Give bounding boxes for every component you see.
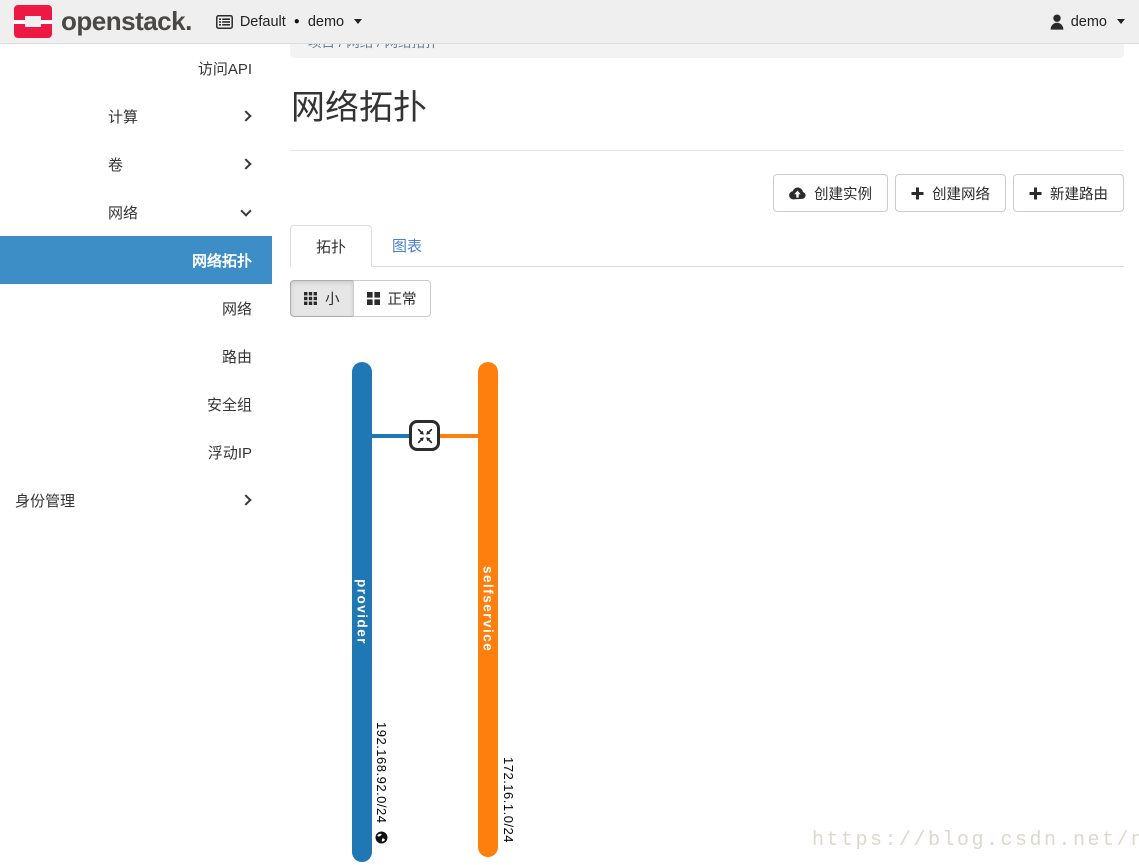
brand-wordmark: openstack.	[61, 6, 192, 37]
openstack-brand[interactable]: openstack.	[14, 5, 192, 38]
title-divider	[290, 150, 1124, 151]
view-tabs: 拓扑 图表	[290, 225, 1124, 267]
current-domain-label: Default	[240, 14, 286, 30]
breadcrumb: 项目 / 网络 / 网络拓扑	[290, 44, 1124, 58]
sidebar-item-routers[interactable]: 路由	[0, 332, 272, 380]
sidebar-group-network[interactable]: 网络	[0, 188, 272, 236]
action-buttons: 创建实例 创建网络 新建路由	[773, 174, 1124, 212]
subnet-label-selfservice: 172.16.1.0/24	[501, 757, 516, 843]
sidebar-item-label: 安全组	[207, 394, 252, 415]
sidebar-group-label: 卷	[108, 154, 123, 175]
sidebar-item-networks[interactable]: 网络	[0, 284, 272, 332]
toggle-label: 小	[325, 288, 340, 309]
sidebar-item-label: 网络拓扑	[192, 250, 252, 271]
sidebar-item-security-groups[interactable]: 安全组	[0, 380, 272, 428]
page-title: 网络拓扑	[291, 80, 427, 129]
size-small-button[interactable]: 小	[290, 280, 354, 317]
user-icon	[1050, 14, 1064, 30]
horizon-dashboard: openstack. Default ● demo	[0, 0, 1139, 865]
external-network-globe-icon	[375, 831, 388, 844]
chevron-right-icon	[240, 110, 251, 121]
main-content: 项目 / 网络 / 网络拓扑 网络拓扑 创建实例	[290, 44, 1124, 865]
sidebar-item-network-topology[interactable]: 网络拓扑	[0, 236, 272, 284]
sidebar-item-label: 网络	[222, 298, 252, 319]
caret-down-icon	[1117, 19, 1125, 24]
button-label: 创建实例	[814, 183, 872, 204]
top-bar: openstack. Default ● demo	[0, 0, 1139, 44]
router-link-provider	[370, 434, 410, 438]
sidebar-item-label: 浮动IP	[208, 442, 252, 463]
sidebar-group-label: 计算	[108, 106, 138, 127]
create-network-button[interactable]: 创建网络	[895, 174, 1006, 212]
grid-3x3-icon	[304, 292, 317, 305]
chevron-down-icon	[240, 205, 251, 216]
openstack-logo-icon	[14, 5, 52, 38]
subnet-label-provider: 192.168.92.0/24	[374, 722, 389, 844]
chevron-right-icon	[240, 494, 251, 505]
sidebar-group-label: 网络	[108, 202, 138, 223]
domain-list-icon	[216, 15, 233, 29]
plus-icon	[911, 187, 924, 200]
toggle-label: 正常	[388, 288, 417, 309]
grid-2x2-icon	[367, 292, 380, 305]
network-name-label: selfservice	[481, 566, 496, 652]
sidebar-group-label: 身份管理	[15, 490, 75, 511]
size-toggle-group: 小 正常	[290, 280, 431, 317]
sidebar-group-identity[interactable]: 身份管理	[0, 476, 272, 524]
domain-project-switcher[interactable]: Default ● demo	[216, 14, 362, 30]
cloud-upload-icon	[789, 186, 806, 200]
sidebar-item-label: 访问API	[198, 58, 252, 79]
sidebar-item-floating-ips[interactable]: 浮动IP	[0, 428, 272, 476]
router-icon[interactable]	[409, 420, 440, 451]
tab-topology[interactable]: 拓扑	[290, 225, 372, 267]
launch-instance-button[interactable]: 创建实例	[773, 174, 888, 212]
create-router-button[interactable]: 新建路由	[1013, 174, 1124, 212]
watermark-text: https://blog.csdn.net/networken	[812, 829, 1139, 852]
network-name-label: provider	[355, 579, 370, 645]
size-normal-button[interactable]: 正常	[353, 280, 431, 317]
sidebar-nav: 访问API 计算 卷 网络 网络拓扑 网络 路由 安全组 浮动IP 身	[0, 44, 272, 865]
sidebar-item-api-access[interactable]: 访问API	[0, 44, 272, 92]
sidebar-group-compute[interactable]: 计算	[0, 92, 272, 140]
tab-label: 图表	[392, 235, 422, 256]
chevron-right-icon	[240, 158, 251, 169]
context-separator: ●	[294, 16, 300, 27]
subnet-cidr: 192.168.92.0/24	[374, 722, 389, 823]
network-bar-provider[interactable]: provider	[352, 362, 372, 862]
button-label: 新建路由	[1050, 183, 1108, 204]
button-label: 创建网络	[932, 183, 990, 204]
breadcrumb-text: 项目 / 网络 / 网络拓扑	[308, 44, 439, 51]
sidebar-item-label: 路由	[222, 346, 252, 367]
router-link-selfservice	[437, 434, 478, 438]
username-label: demo	[1071, 14, 1107, 30]
sidebar-group-volumes[interactable]: 卷	[0, 140, 272, 188]
caret-down-icon	[354, 19, 362, 24]
tab-graph[interactable]: 图表	[372, 224, 442, 266]
network-bar-selfservice[interactable]: selfservice	[478, 362, 498, 857]
tab-label: 拓扑	[316, 236, 346, 257]
user-menu[interactable]: demo	[1050, 14, 1125, 30]
subnet-cidr: 172.16.1.0/24	[501, 757, 516, 843]
current-project-label: demo	[308, 14, 344, 30]
plus-icon	[1029, 187, 1042, 200]
